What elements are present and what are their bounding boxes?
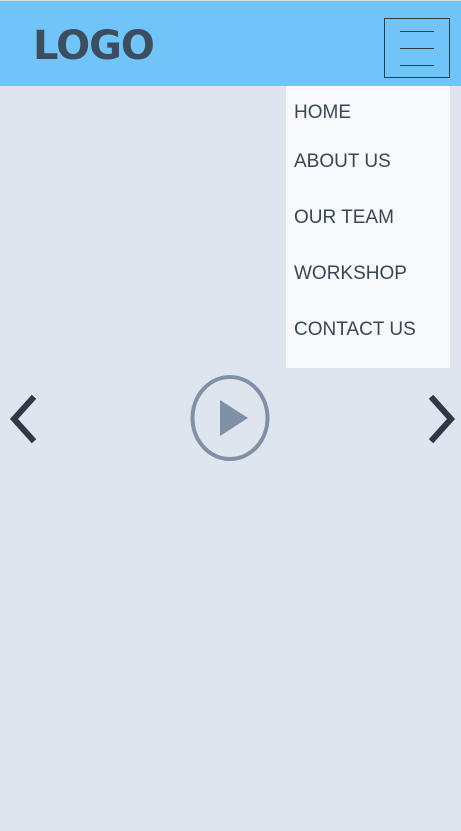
- hamburger-menu-button[interactable]: [384, 18, 450, 78]
- slider-next-button[interactable]: [427, 394, 457, 444]
- menu-item-home[interactable]: HOME: [294, 102, 351, 124]
- slider-prev-button[interactable]: [8, 394, 38, 444]
- menu-item-workshop[interactable]: WORKSHOP: [294, 263, 407, 285]
- chevron-left-icon: [9, 394, 37, 444]
- play-button[interactable]: [189, 374, 271, 462]
- menu-item-about-us[interactable]: ABOUT US: [294, 151, 391, 173]
- play-circle-icon: [190, 375, 270, 461]
- nav-dropdown-menu: HOME ABOUT US OUR TEAM WORKSHOP CONTACT …: [286, 86, 450, 368]
- header: LOGO: [0, 0, 461, 86]
- chevron-right-icon: [428, 394, 456, 444]
- menu-item-contact-us[interactable]: CONTACT US: [294, 319, 416, 341]
- logo[interactable]: LOGO: [33, 21, 155, 71]
- menu-item-our-team[interactable]: OUR TEAM: [294, 207, 394, 229]
